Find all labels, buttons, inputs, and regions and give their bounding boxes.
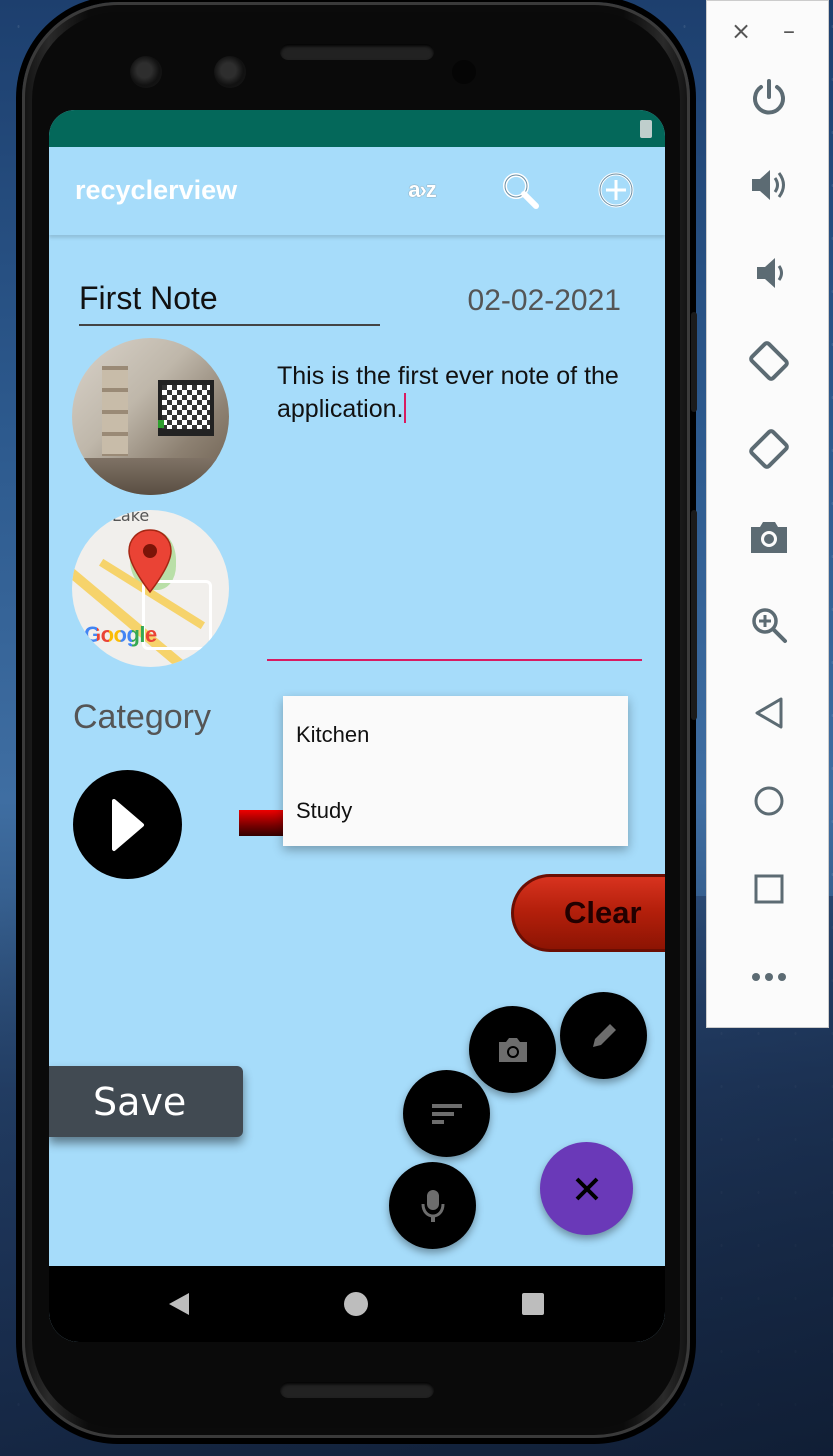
record-audio-fab[interactable] <box>389 1162 476 1249</box>
nav-home-icon[interactable] <box>336 1266 376 1342</box>
add-glyph <box>598 172 634 208</box>
sort-az-label: a›z <box>408 177 437 202</box>
search-glyph <box>503 173 539 209</box>
front-camera <box>214 56 246 88</box>
dropdown-option-kitchen[interactable]: Kitchen <box>296 722 369 748</box>
dropdown-option-study[interactable]: Study <box>296 798 352 824</box>
overview-icon[interactable] <box>741 861 797 917</box>
note-title-input[interactable]: First Note <box>79 280 380 326</box>
photo-shelf <box>102 366 128 456</box>
power-side-button <box>691 312 697 412</box>
play-icon <box>111 798 144 851</box>
rotate-left-icon[interactable] <box>741 333 797 389</box>
note-body-text: This is the first ever note of the appli… <box>277 362 619 423</box>
search-icon[interactable] <box>497 167 543 213</box>
volume-side-button <box>691 510 697 720</box>
volume-down-icon[interactable] <box>741 245 797 301</box>
navigation-bar <box>49 1266 665 1342</box>
note-body-input[interactable]: This is the first ever note of the appli… <box>277 360 637 426</box>
note-location-map[interactable]: Lake Google <box>72 510 229 667</box>
play-audio-button[interactable] <box>73 770 182 879</box>
emulator-minimize-button[interactable]: – <box>783 17 795 45</box>
photo-tv-screen <box>162 385 210 429</box>
front-sensor <box>130 56 162 88</box>
photo-floor <box>72 458 229 495</box>
map-pin-icon <box>128 529 172 594</box>
sort-az-icon[interactable]: a›z <box>399 167 445 213</box>
close-icon <box>575 1177 598 1200</box>
category-dropdown: Kitchen Study <box>283 696 628 846</box>
category-fab[interactable] <box>403 1070 490 1157</box>
emulator-toolbar: × – <box>706 0 829 1028</box>
status-bar <box>49 110 665 147</box>
close-fab-menu-button[interactable] <box>540 1142 633 1235</box>
note-photo[interactable] <box>72 338 229 495</box>
nav-recents-icon[interactable] <box>513 1266 553 1342</box>
audio-progress-bar <box>239 810 289 836</box>
text-cursor <box>404 393 407 423</box>
camera-fab[interactable] <box>469 1006 556 1093</box>
sort-lines-icon <box>431 1103 462 1124</box>
note-date: 02-02-2021 <box>467 284 621 317</box>
app-title: recyclerview <box>75 175 238 205</box>
google-wordmark: Google <box>84 622 157 647</box>
category-label: Category <box>73 698 211 736</box>
proximity-sensor <box>452 60 476 84</box>
top-speaker <box>280 44 434 60</box>
zoom-icon[interactable] <box>741 597 797 653</box>
clear-button[interactable]: Clear <box>511 874 665 952</box>
rotate-right-icon[interactable] <box>741 421 797 477</box>
save-button[interactable]: Save <box>49 1066 243 1137</box>
battery-icon <box>640 120 652 138</box>
power-icon[interactable] <box>741 69 797 125</box>
photo-green-mark <box>158 420 164 428</box>
camera-icon <box>498 1037 527 1062</box>
note-body-underline <box>267 659 642 661</box>
app-bar: recyclerview a›z <box>49 147 665 235</box>
bottom-speaker <box>280 1382 434 1398</box>
google-logo: Google <box>84 622 157 648</box>
app-screen: recyclerview a›z First Note 02-02-2021 L… <box>49 110 665 1342</box>
home-icon[interactable] <box>741 773 797 829</box>
volume-up-icon[interactable] <box>741 157 797 213</box>
nav-back-icon[interactable] <box>159 1266 199 1342</box>
map-place-label: Lake <box>112 510 150 525</box>
edit-fab[interactable] <box>560 992 647 1079</box>
add-note-icon[interactable] <box>593 167 639 213</box>
microphone-icon <box>421 1189 444 1222</box>
more-options-icon[interactable] <box>741 949 797 1005</box>
back-icon[interactable] <box>741 685 797 741</box>
emulator-close-button[interactable]: × <box>731 17 751 45</box>
screenshot-camera-icon[interactable] <box>741 509 797 565</box>
pencil-icon <box>592 1023 616 1047</box>
